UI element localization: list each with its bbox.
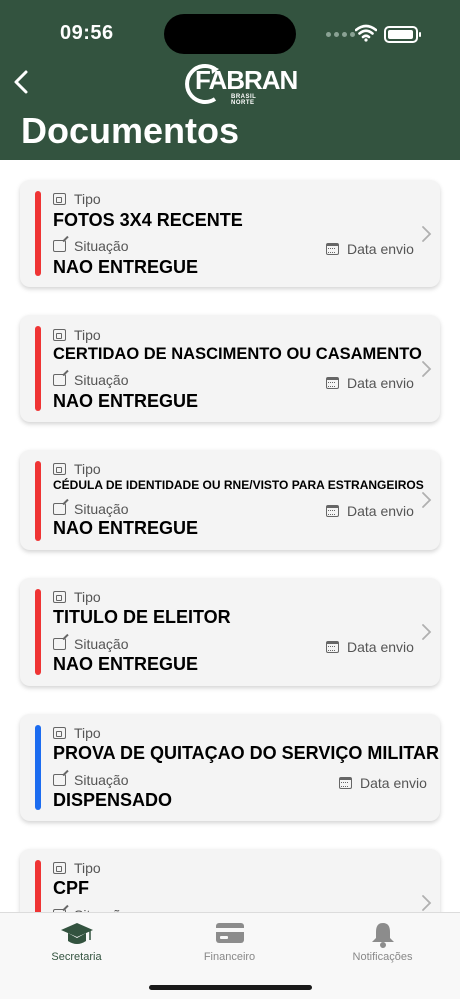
calendar-icon [326, 505, 339, 517]
document-type-value: FOTOS 3X4 RECENTE [53, 210, 243, 230]
document-status-value: DISPENSADO [53, 790, 173, 810]
graduation-cap-icon [60, 923, 93, 944]
situacao-label: Situação [74, 772, 129, 788]
data-envio-label: Data envio [347, 375, 414, 391]
calendar-icon [326, 641, 339, 653]
data-envio-label: Data envio [347, 241, 414, 257]
document-type-value: PROVA DE QUITAÇAO DO SERVIÇO MILITAR [53, 743, 440, 763]
document-type-icon [53, 727, 66, 739]
tipo-label: Tipo [74, 327, 101, 343]
document-type-value: CERTIDAO DE NASCIMENTO OU CASAMENTO [53, 345, 422, 363]
tipo-label: Tipo [74, 191, 101, 207]
signal-icon [326, 32, 355, 37]
calendar-icon [326, 377, 339, 389]
chevron-right-icon [422, 226, 432, 242]
edit-icon [53, 240, 66, 252]
status-indicator [35, 191, 41, 276]
logo-text: FABRAN [195, 65, 298, 95]
app-header: 09:56 FABRAN BRASIL NORTE Documentos [0, 0, 460, 160]
document-card[interactable]: Tipo TITULO DE ELEITOR Situação Data env… [20, 578, 440, 686]
battery-icon [384, 26, 421, 43]
edit-icon [53, 503, 66, 515]
calendar-icon [339, 777, 352, 789]
situacao-label: Situação [74, 238, 129, 254]
document-type-icon [53, 862, 66, 874]
data-envio-label: Data envio [360, 775, 427, 791]
tab-financeiro[interactable]: Financeiro [153, 913, 306, 973]
status-time: 09:56 [60, 22, 114, 44]
chevron-right-icon [422, 361, 432, 377]
status-indicator [35, 589, 41, 675]
tab-notificacoes[interactable]: Notificações [306, 913, 459, 973]
bell-icon [371, 923, 394, 948]
chevron-right-icon [422, 895, 432, 911]
dynamic-island [164, 14, 296, 54]
document-status-value: NAO ENTREGUE [53, 257, 199, 277]
document-card[interactable]: Tipo PROVA DE QUITAÇAO DO SERVIÇO MILITA… [20, 714, 440, 821]
back-button[interactable] [10, 66, 34, 98]
calendar-icon [326, 243, 339, 255]
edit-icon [53, 638, 66, 650]
tipo-label: Tipo [74, 725, 101, 741]
document-type-icon [53, 193, 66, 205]
tab-label: Secretaria [51, 951, 102, 963]
page-title: Documentos [21, 110, 240, 151]
edit-icon [53, 774, 66, 786]
document-type-icon [53, 463, 66, 475]
tab-label: Notificações [352, 951, 413, 963]
tipo-label: Tipo [74, 860, 101, 876]
document-card[interactable]: Tipo FOTOS 3X4 RECENTE Situação Data env… [20, 180, 440, 287]
document-status-value: NAO ENTREGUE [53, 391, 199, 411]
home-indicator [149, 985, 312, 990]
situacao-label: Situação [74, 636, 129, 652]
fabran-logo: FABRAN BRASIL NORTE [185, 59, 298, 109]
document-type-icon [53, 591, 66, 603]
logo-subtext: BRASIL NORTE [231, 94, 257, 106]
situacao-label: Situação [74, 372, 129, 388]
document-status-value: NAO ENTREGUE [53, 518, 199, 538]
document-card[interactable]: Tipo CERTIDAO DE NASCIMENTO OU CASAMENTO… [20, 315, 440, 422]
credit-card-icon [215, 923, 244, 943]
tab-secretaria[interactable]: Secretaria [0, 913, 153, 973]
document-type-value: CPF [53, 878, 89, 898]
document-type-value: TITULO DE ELEITOR [53, 607, 231, 627]
tab-label: Financeiro [203, 951, 256, 963]
document-type-icon [53, 329, 66, 341]
situacao-label: Situação [74, 501, 129, 517]
data-envio-label: Data envio [347, 503, 414, 519]
document-status-value: NAO ENTREGUE [53, 654, 199, 674]
status-indicator [35, 725, 41, 810]
document-type-value: CÉDULA DE IDENTIDADE OU RNE/VISTO PARA E… [53, 478, 424, 492]
chevron-right-icon [422, 624, 432, 640]
status-indicator [35, 326, 41, 411]
edit-icon [53, 374, 66, 386]
data-envio-label: Data envio [347, 639, 414, 655]
tipo-label: Tipo [74, 461, 101, 477]
tipo-label: Tipo [74, 589, 101, 605]
wifi-icon [355, 24, 377, 42]
status-indicator [35, 461, 41, 541]
chevron-right-icon [422, 492, 432, 508]
document-card[interactable]: Tipo CÉDULA DE IDENTIDADE OU RNE/VISTO P… [20, 450, 440, 550]
